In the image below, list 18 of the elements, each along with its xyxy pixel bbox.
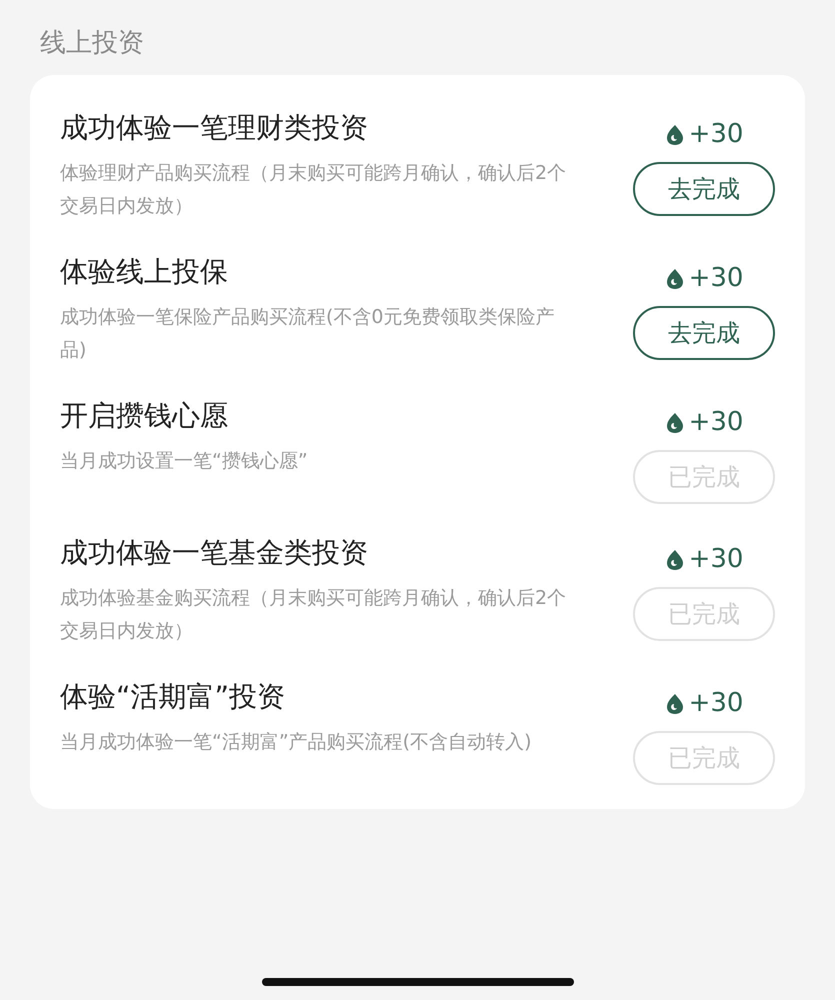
task-description: 体验理财产品购买流程（月末购买可能跨月确认，确认后2个交易日内发放） — [60, 161, 568, 219]
section-title: 线上投资 — [40, 28, 144, 58]
reward-points: +30 — [688, 406, 744, 439]
reward-points: +30 — [688, 543, 744, 576]
task-title: 成功体验一笔理财类投资 — [60, 110, 369, 146]
task-title: 开启攒钱心愿 — [60, 398, 229, 434]
complete-button[interactable]: 去完成 — [633, 162, 775, 216]
task-title: 体验“活期富”投资 — [60, 679, 286, 715]
task-description: 成功体验基金购买流程（月末购买可能跨月确认，确认后2个交易日内发放） — [60, 586, 568, 644]
reward-points: +30 — [688, 262, 744, 295]
task-title: 体验线上投保 — [60, 254, 229, 290]
complete-button[interactable]: 去完成 — [633, 306, 775, 360]
reward-points: +30 — [688, 687, 744, 720]
task-description: 当月成功体验一笔“活期富”产品购买流程(不含自动转入) — [60, 730, 533, 755]
reward-points: +30 — [688, 118, 744, 151]
task-title: 成功体验一笔基金类投资 — [60, 535, 369, 571]
task-description: 成功体验一笔保险产品购买流程(不含0元免费领取类保险产品) — [60, 305, 556, 363]
task-description: 当月成功设置一笔“攒钱心愿” — [60, 449, 309, 474]
